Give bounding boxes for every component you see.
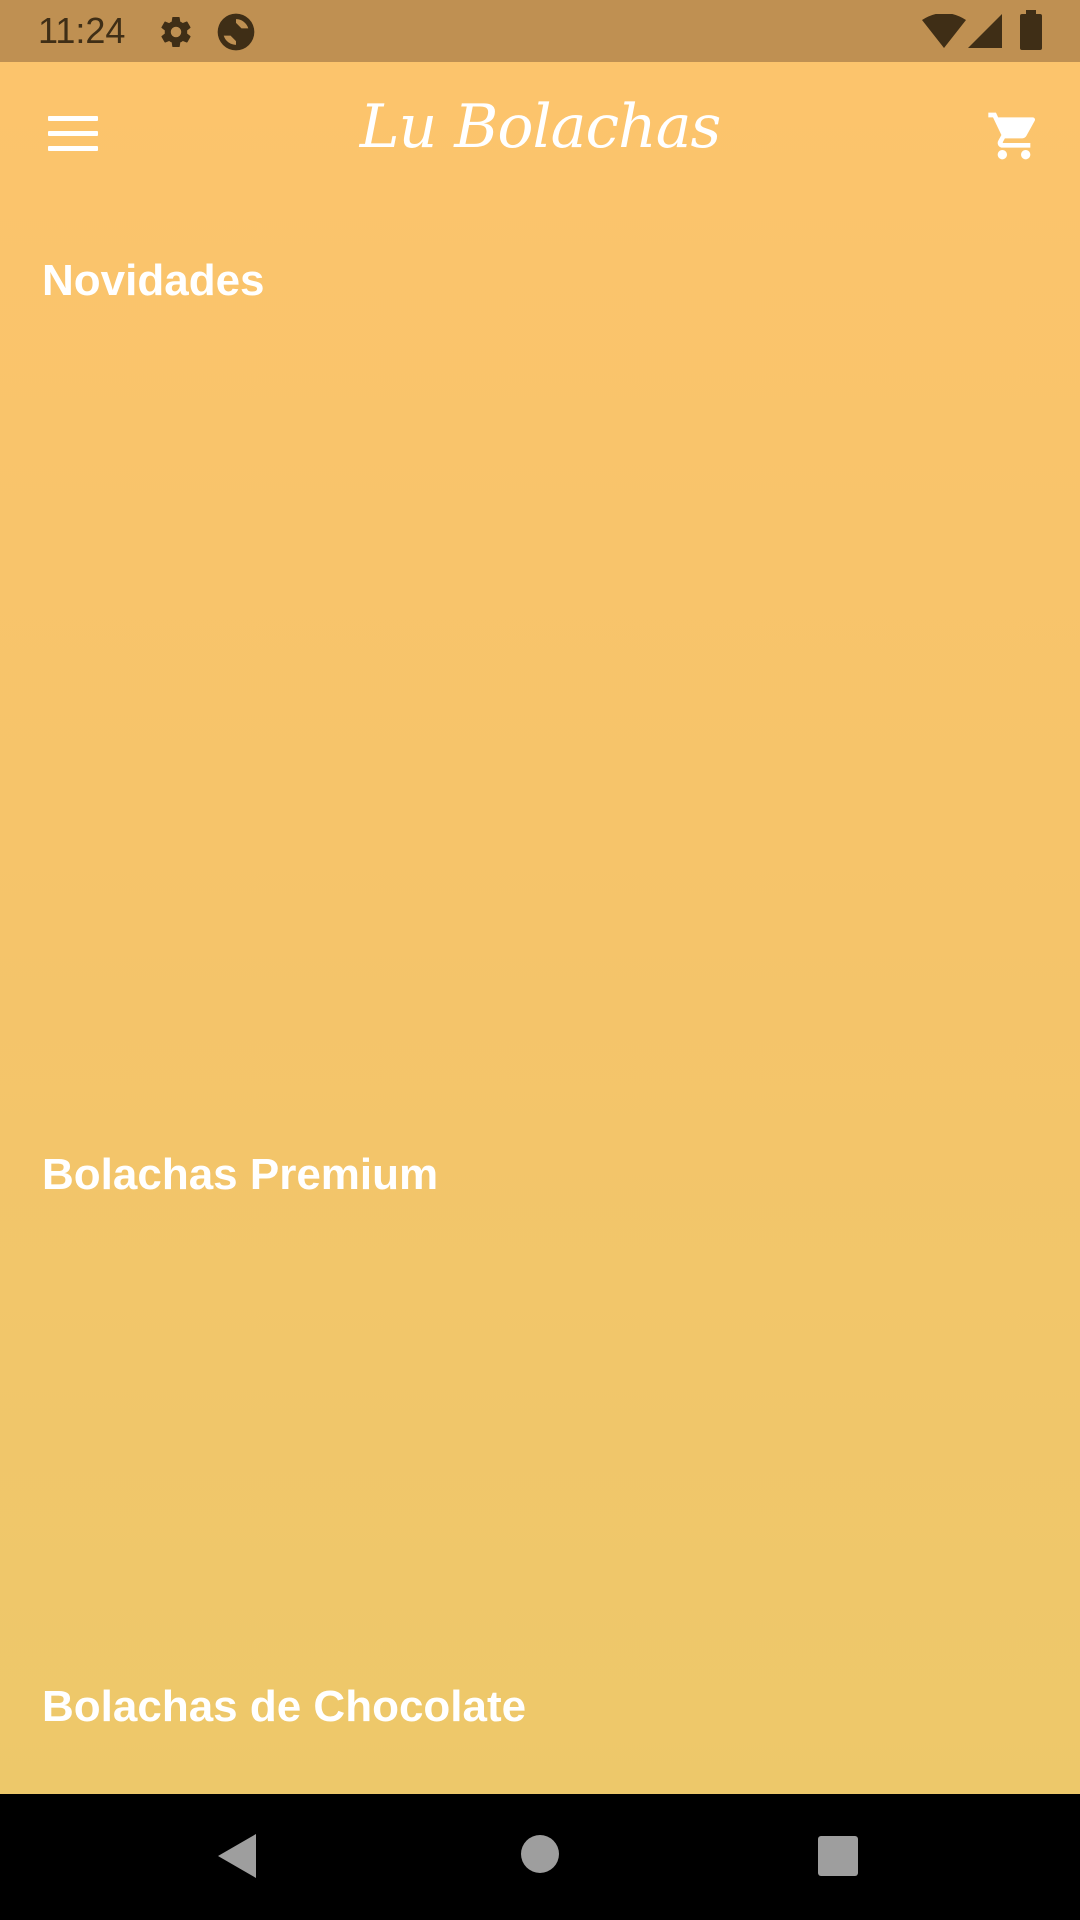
gear-icon bbox=[158, 14, 194, 55]
section-title-bolachas-de-chocolate: Bolachas de Chocolate bbox=[42, 1682, 527, 1731]
status-bar: 11:24 bbox=[0, 0, 1080, 62]
wifi-icon bbox=[922, 13, 966, 53]
home-icon[interactable] bbox=[520, 1834, 560, 1879]
shopping-cart-icon[interactable] bbox=[986, 108, 1042, 164]
back-icon[interactable] bbox=[216, 1832, 260, 1885]
status-time: 11:24 bbox=[38, 10, 126, 51]
app-title: Lu Bolachas bbox=[359, 92, 722, 162]
section-title-novidades: Novidades bbox=[42, 256, 265, 305]
navigation-bar bbox=[0, 1794, 1080, 1920]
battery-icon bbox=[1020, 10, 1042, 55]
section-title-bolachas-premium: Bolachas Premium bbox=[42, 1150, 439, 1199]
sync-icon bbox=[214, 10, 258, 59]
toolbar: Lu Bolachas bbox=[0, 62, 1080, 204]
app-content: Lu Bolachas Novidades Bolachas Premium B… bbox=[0, 62, 1080, 1794]
signal-icon bbox=[968, 14, 1002, 53]
recents-icon[interactable] bbox=[818, 1836, 858, 1881]
